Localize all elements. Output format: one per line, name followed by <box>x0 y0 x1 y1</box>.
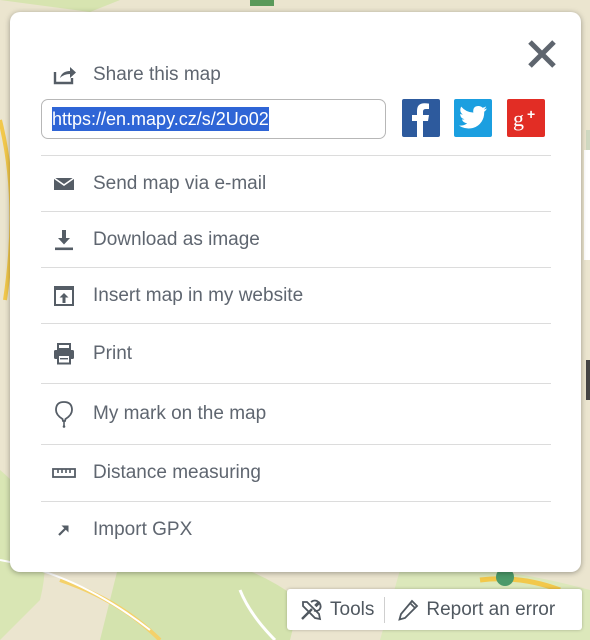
menu-item-download-image[interactable]: Download as image <box>41 211 551 267</box>
share-url-field[interactable]: https://en.mapy.cz/s/2Uo02 <box>41 99 386 139</box>
share-popup: Share this map https://en.mapy.cz/s/2Uo0… <box>10 12 581 572</box>
google-plus-button[interactable]: g + <box>507 99 545 137</box>
share-title: Share this map <box>93 64 221 85</box>
menu-item-label: Insert map in my website <box>93 284 304 306</box>
menu-item-label: Import GPX <box>93 518 193 540</box>
balloon-pin-icon <box>51 401 77 428</box>
download-icon <box>51 227 77 253</box>
tools-button[interactable]: Tools <box>287 589 384 630</box>
share-icon <box>52 64 78 86</box>
menu-item-distance-measuring[interactable]: Distance measuring <box>41 444 551 501</box>
share-menu: Send map via e-mail Download as image In… <box>41 155 551 557</box>
facebook-icon <box>412 103 429 137</box>
menu-item-send-email[interactable]: Send map via e-mail <box>41 155 551 211</box>
ruler-icon <box>51 460 77 486</box>
tools-label: Tools <box>330 598 375 620</box>
twitter-button[interactable] <box>454 99 492 137</box>
embed-upload-icon <box>51 283 77 309</box>
menu-item-insert-website[interactable]: Insert map in my website <box>41 267 551 323</box>
svg-text:+: + <box>527 106 535 122</box>
printer-icon <box>51 341 77 367</box>
share-header: Share this map <box>52 60 221 90</box>
menu-item-label: My mark on the map <box>93 403 267 424</box>
menu-item-label: Download as image <box>93 228 260 250</box>
report-error-button[interactable]: Report an error <box>385 589 565 630</box>
envelope-icon <box>51 171 77 197</box>
bottom-toolbar: Tools Report an error <box>287 589 582 630</box>
menu-item-label: Send map via e-mail <box>93 172 267 194</box>
google-plus-icon: g + <box>513 106 535 131</box>
share-url-text: https://en.mapy.cz/s/2Uo02 <box>52 107 269 131</box>
svg-text:g: g <box>513 106 524 131</box>
menu-item-print[interactable]: Print <box>41 323 551 383</box>
close-button[interactable] <box>522 34 562 74</box>
menu-item-my-mark[interactable]: My mark on the map <box>41 383 551 444</box>
pencil-icon <box>398 599 419 621</box>
menu-item-import-gpx[interactable]: Import GPX <box>41 501 551 557</box>
menu-item-label: Print <box>93 342 133 364</box>
arrow-up-right-icon <box>51 517 77 543</box>
twitter-icon <box>459 106 487 129</box>
tools-icon <box>301 599 322 620</box>
menu-item-label: Distance measuring <box>93 462 261 483</box>
facebook-button[interactable] <box>402 99 440 137</box>
close-icon[interactable] <box>522 34 562 74</box>
report-error-label: Report an error <box>426 598 556 620</box>
